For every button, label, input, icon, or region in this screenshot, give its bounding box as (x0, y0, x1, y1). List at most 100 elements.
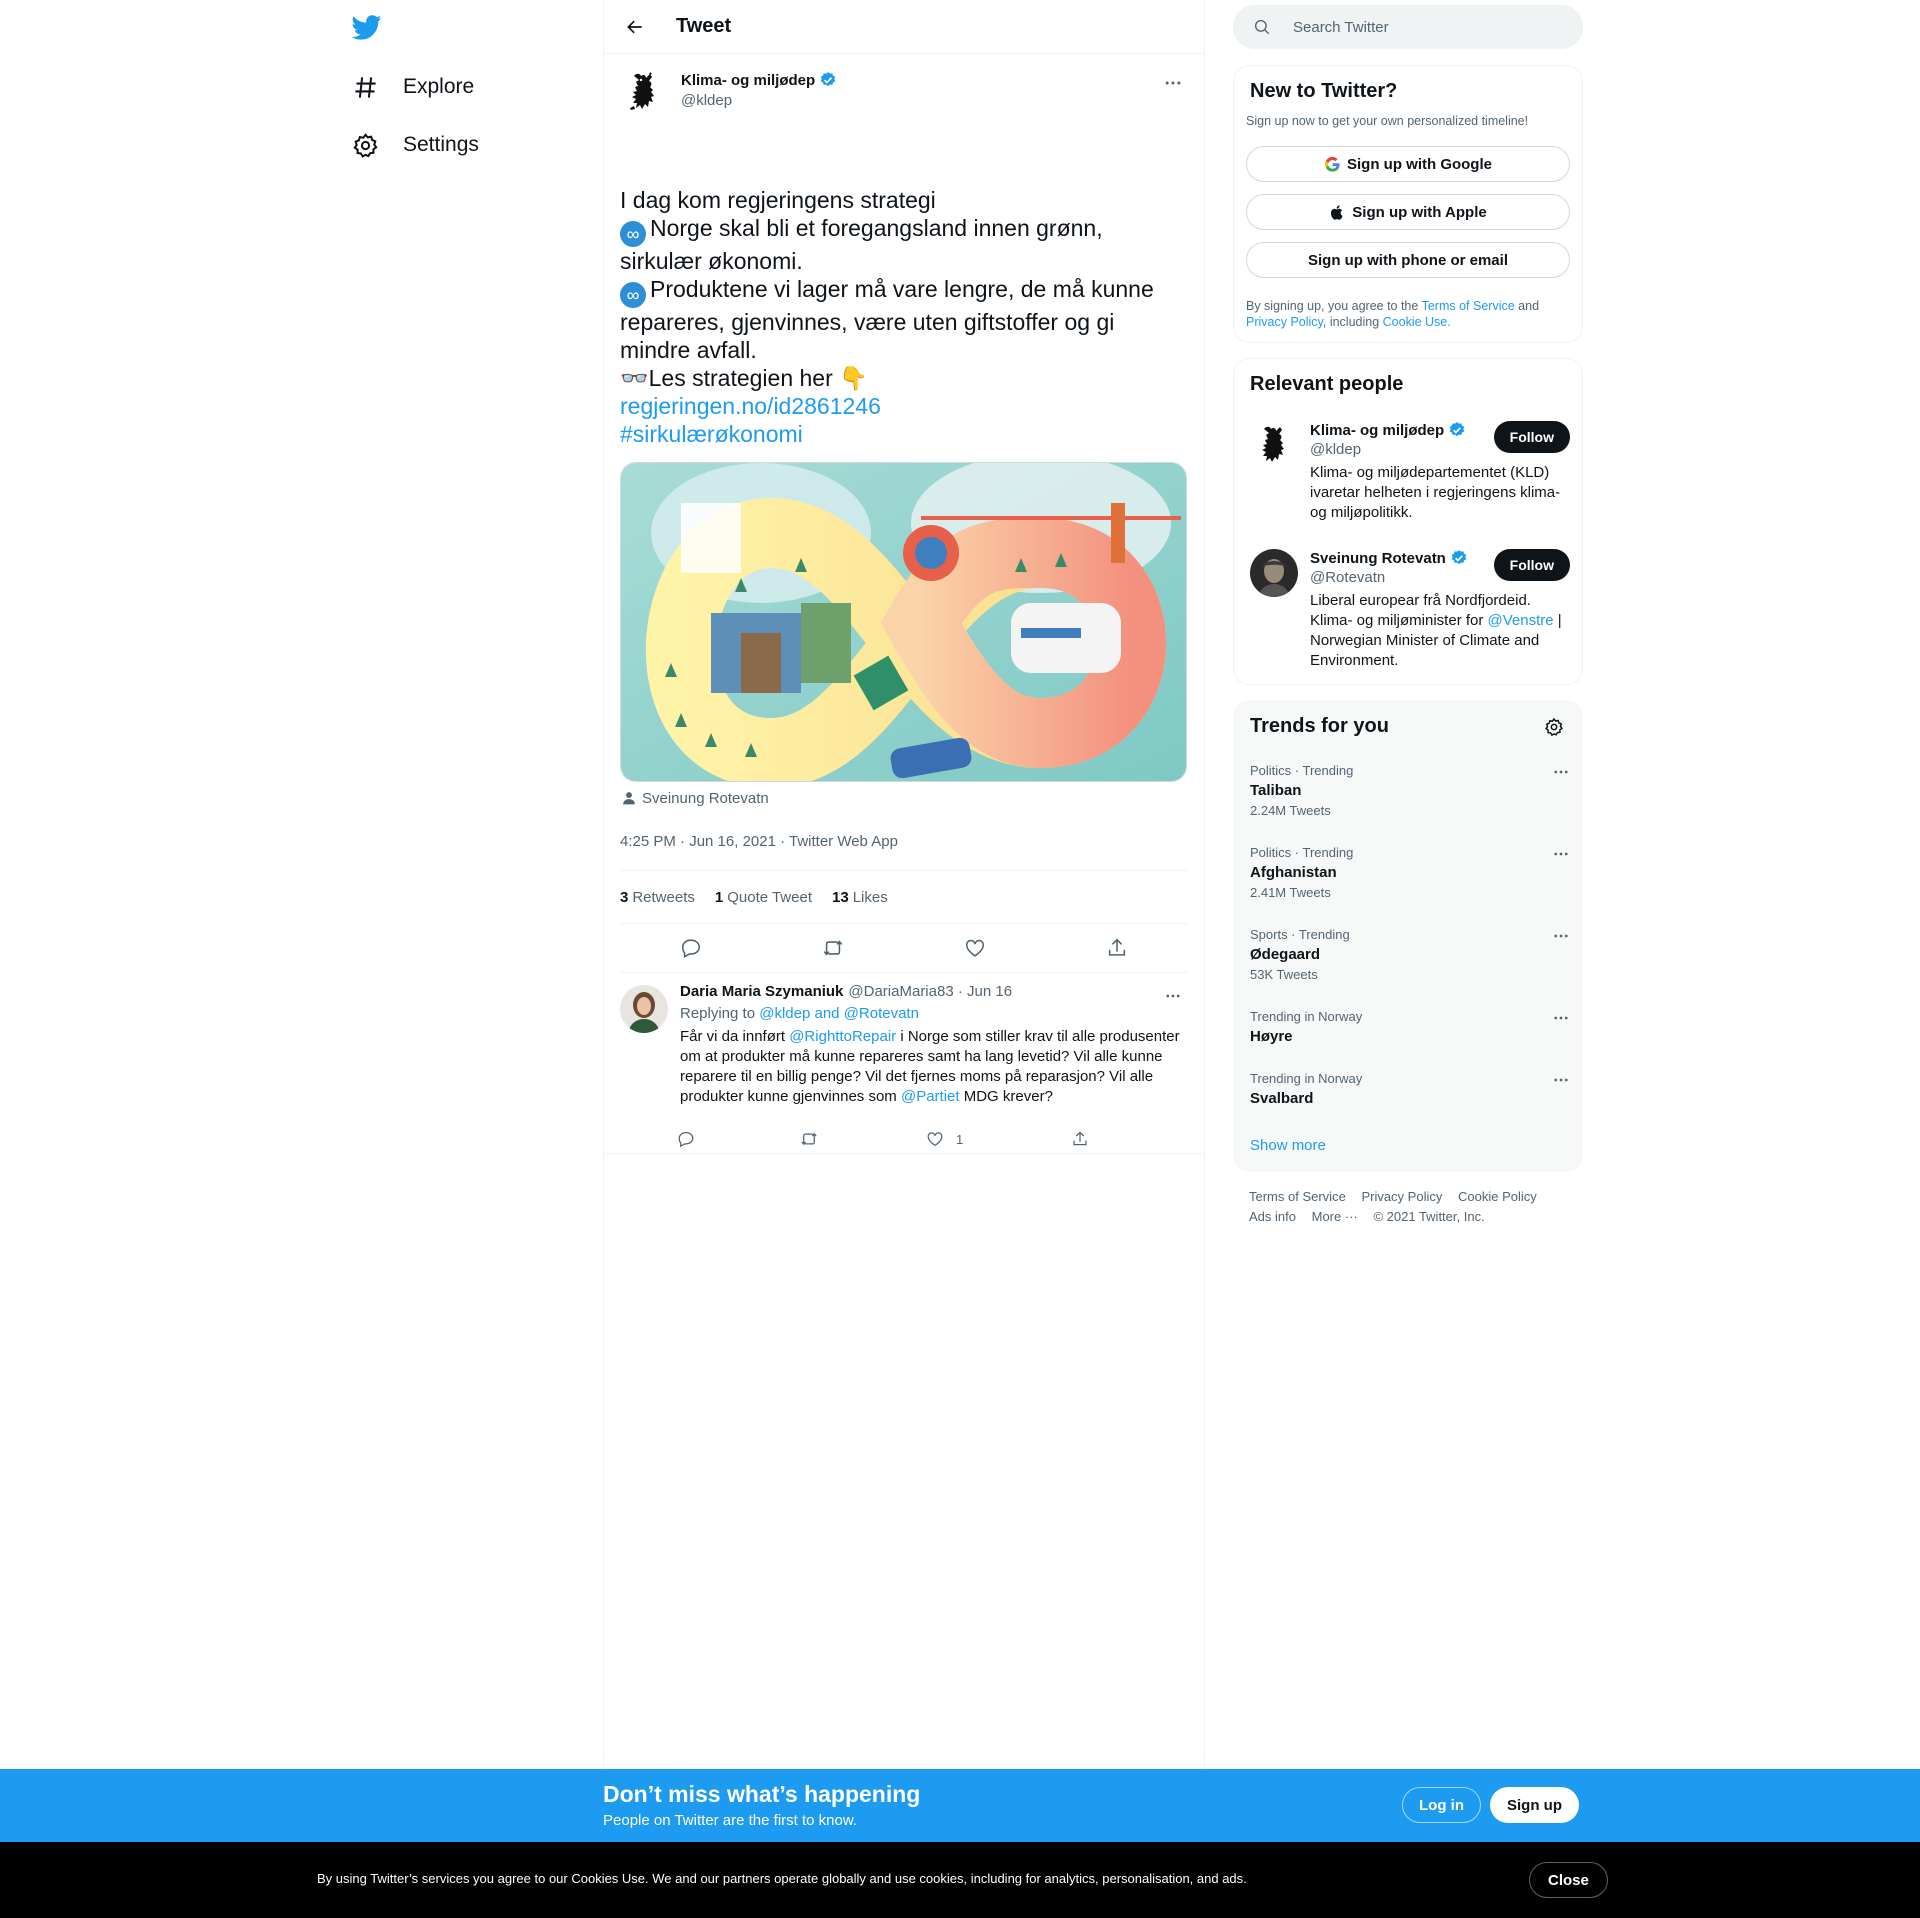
search-bar[interactable] (1233, 5, 1583, 49)
heart-icon (927, 1132, 943, 1147)
retweet-button[interactable] (791, 1121, 827, 1157)
terms-link[interactable]: Terms of Service (1422, 299, 1515, 313)
signup-google-button[interactable]: Sign up with Google (1246, 146, 1570, 182)
new-to-twitter-subtitle: Sign up now to get your own personalized… (1246, 114, 1529, 128)
show-more-link[interactable]: Show more (1250, 1137, 1326, 1154)
likes-stat[interactable]: 13 Likes (832, 889, 888, 906)
mention-link[interactable]: @RighttoRepair (789, 1028, 896, 1045)
trend-more-button[interactable] (1552, 763, 1570, 786)
signup-phone-email-button[interactable]: Sign up with phone or email (1246, 242, 1570, 278)
new-to-twitter-panel: New to Twitter? Sign up now to get your … (1233, 65, 1583, 343)
more-dots-icon (1554, 1016, 1568, 1020)
person-bio: Liberal europear frå Nordfjordeid. Klima… (1310, 592, 1562, 669)
trend-more-button[interactable] (1552, 1071, 1570, 1094)
mention-link[interactable]: @Partiet (901, 1088, 960, 1105)
more-options-button[interactable] (1158, 68, 1188, 98)
mention-link[interactable]: @Venstre (1488, 612, 1554, 629)
replying-to-mentions[interactable]: @kldep and @Rotevatn (759, 1005, 919, 1022)
trend-item[interactable]: Politics · Trending Taliban 2.24M Tweets (1250, 763, 1570, 818)
back-button[interactable] (618, 10, 652, 44)
apple-icon (1331, 204, 1343, 220)
trend-more-button[interactable] (1552, 1009, 1570, 1032)
gear-icon[interactable] (1544, 717, 1564, 737)
tweet-media-image[interactable] (620, 462, 1187, 782)
footer-more-link[interactable]: More ··· (1312, 1209, 1358, 1224)
tweet-header: Tweet (604, 0, 1204, 54)
trend-item[interactable]: Sports · Trending Ødegaard 53K Tweets (1250, 927, 1570, 982)
signup-legal-text: By signing up, you agree to the Terms of… (1246, 299, 1540, 329)
footer-copyright: © 2021 Twitter, Inc. (1373, 1209, 1485, 1224)
reply-button[interactable] (668, 1121, 704, 1157)
search-input[interactable] (1291, 17, 1555, 37)
gear-icon (353, 132, 378, 158)
tweet-line: 👓Les strategien her 👇 (620, 365, 868, 391)
tweet-author: Klima- og miljødep @kldep (604, 54, 1204, 124)
trend-more-button[interactable] (1552, 845, 1570, 868)
reply-more-button[interactable] (1158, 981, 1188, 1011)
share-button[interactable] (1062, 1121, 1098, 1157)
trend-more-button[interactable] (1552, 927, 1570, 950)
person-icon (623, 792, 635, 805)
relevant-person[interactable]: Sveinung Rotevatn @Rotevatn Liberal euro… (1250, 549, 1570, 669)
share-icon (1108, 938, 1126, 956)
heart-icon (965, 939, 985, 957)
follow-button[interactable]: Follow (1493, 421, 1570, 453)
reply-meta[interactable]: @DariaMaria83 · Jun 16 (848, 983, 1012, 1000)
relevant-people-title: Relevant people (1250, 373, 1404, 395)
more-dots-icon (1166, 994, 1180, 998)
reply-tweet[interactable]: Daria Maria Szymaniuk @DariaMaria83 · Ju… (604, 973, 1204, 1154)
cookie-use-link[interactable]: Cookie Use. (1383, 315, 1451, 329)
tweet-line: ∞ Produktene vi lager må vare lengre, de … (620, 276, 1154, 363)
new-to-twitter-title: New to Twitter? (1250, 80, 1398, 102)
search-icon (1254, 19, 1270, 35)
cookie-close-button[interactable]: Close (1529, 1862, 1608, 1898)
like-button[interactable] (957, 930, 993, 966)
share-icon (1073, 1131, 1087, 1146)
media-tagged-person[interactable]: Sveinung Rotevatn (604, 782, 1204, 814)
footer-terms-link[interactable]: Terms of Service (1249, 1189, 1346, 1204)
login-button[interactable]: Log in (1402, 1787, 1481, 1823)
quotes-stat[interactable]: 1 Quote Tweet (715, 889, 812, 906)
twitter-logo-icon[interactable] (352, 12, 382, 42)
infinity-emoji-icon: ∞ (620, 282, 646, 308)
share-button[interactable] (1099, 930, 1135, 966)
retweets-stat[interactable]: 3 Retweets (620, 889, 695, 906)
more-dots-icon (1554, 852, 1568, 856)
like-button[interactable]: 1 (915, 1121, 975, 1157)
relevant-person[interactable]: Klima- og miljødep @kldep Klima- og milj… (1250, 421, 1570, 531)
person-name: Klima- og miljødep (1310, 421, 1466, 439)
tweet-timestamp[interactable]: 4:25 PM · Jun 16, 2021 · Twitter Web App (604, 826, 1204, 856)
footer-cookie-link[interactable]: Cookie Policy (1458, 1189, 1537, 1204)
more-dots-icon (1554, 1078, 1568, 1082)
tweet-hashtag[interactable]: #sirkulærøkonomi (620, 421, 803, 447)
reply-author-name[interactable]: Daria Maria Szymaniuk (680, 983, 843, 1000)
cookie-banner: By using Twitter’s services you agree to… (0, 1842, 1920, 1918)
trend-item[interactable]: Politics · Trending Afghanistan 2.41M Tw… (1250, 845, 1570, 900)
coat-of-arms-lion-icon[interactable] (620, 68, 668, 116)
relevant-people-panel: Relevant people Klima- og miljødep @klde… (1233, 358, 1583, 685)
trend-item[interactable]: Trending in Norway Høyre (1250, 1009, 1570, 1045)
author-handle[interactable]: @kldep (681, 92, 732, 109)
reply-icon (681, 939, 701, 959)
footer-privacy-link[interactable]: Privacy Policy (1361, 1189, 1442, 1204)
follow-button[interactable]: Follow (1493, 549, 1570, 581)
trend-item[interactable]: Trending in Norway Svalbard (1250, 1071, 1570, 1107)
nav-settings[interactable]: Settings (352, 120, 479, 170)
footer: Terms of Service Privacy Policy Cookie P… (1249, 1187, 1579, 1227)
avatar[interactable] (620, 985, 668, 1033)
retweet-button[interactable] (815, 930, 851, 966)
footer-ads-info-link[interactable]: Ads info (1249, 1209, 1296, 1224)
tweet-link[interactable]: regjeringen.no/id2861246 (620, 393, 881, 419)
signup-apple-button[interactable]: Sign up with Apple (1246, 194, 1570, 230)
signup-button[interactable]: Sign up (1490, 1787, 1579, 1823)
nav-settings-label: Settings (403, 133, 479, 156)
privacy-link[interactable]: Privacy Policy (1246, 315, 1323, 329)
reply-button[interactable] (673, 930, 709, 966)
hashtag-icon (355, 76, 376, 98)
more-dots-icon (1165, 81, 1181, 85)
page-title: Tweet (676, 15, 732, 37)
arrow-left-icon (627, 20, 642, 33)
nav-explore[interactable]: Explore (352, 62, 474, 112)
person-name: Sveinung Rotevatn (1310, 549, 1468, 567)
author-name[interactable]: Klima- og miljødep (681, 71, 837, 89)
